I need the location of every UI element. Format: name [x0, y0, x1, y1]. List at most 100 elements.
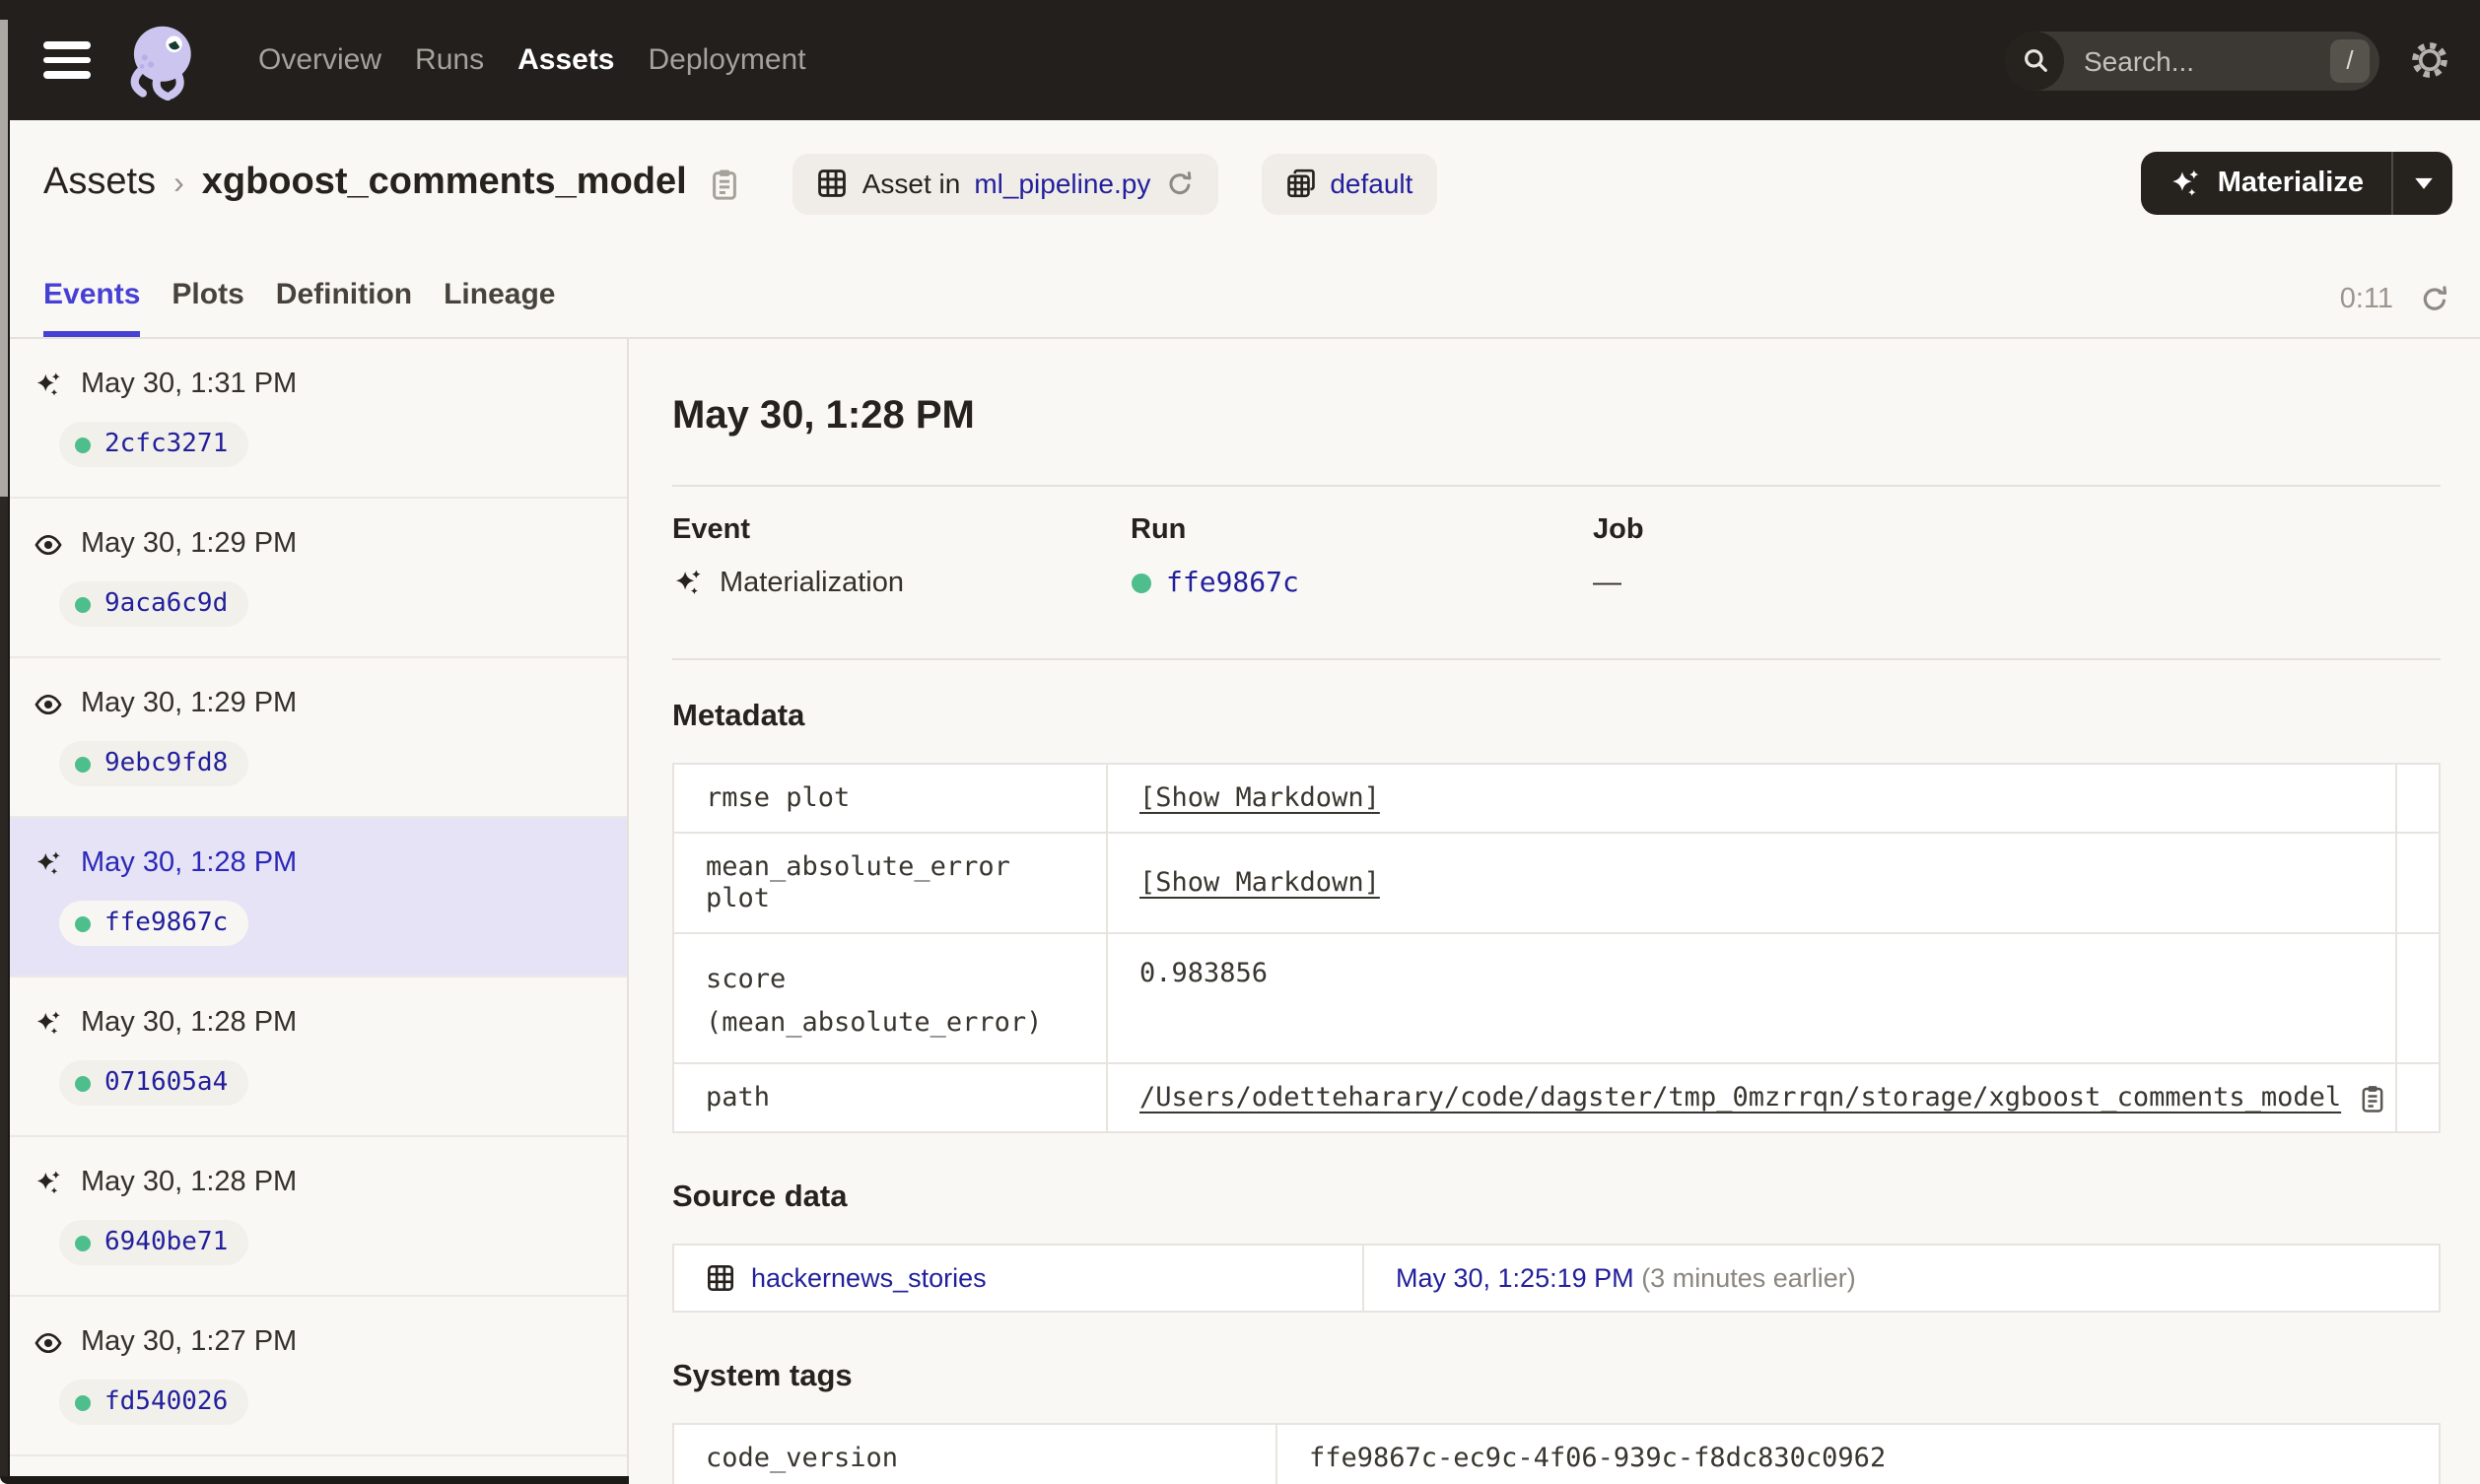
breadcrumb-assets-link[interactable]: Assets: [43, 162, 156, 205]
nav-item-overview[interactable]: Overview: [258, 43, 381, 77]
observation-eye-icon: [34, 529, 63, 559]
run-success-dot: [75, 915, 91, 931]
event-list-item[interactable]: May 30, 1:29 PM 9ebc9fd8: [0, 658, 627, 818]
asset-tabs-bar: Events Plots Definition Lineage 0:11: [0, 246, 2480, 339]
asset-grid-icon: [817, 168, 849, 199]
tab-lineage[interactable]: Lineage: [444, 278, 555, 337]
asset-header: Assets › xgboost_comments_model Asset in: [0, 120, 2480, 246]
event-type-value: Materialization: [720, 568, 904, 599]
reload-location-icon[interactable]: [1164, 169, 1194, 198]
materialize-split-button: Materialize: [2140, 152, 2452, 215]
metadata-empty-cell: [2395, 832, 2441, 934]
system-tags-table: code_version ffe9867c-ec9c-4f06-939c-f8d…: [672, 1423, 2441, 1484]
tab-events[interactable]: Events: [43, 278, 141, 337]
materialize-button[interactable]: Materialize: [2141, 152, 2391, 215]
refresh-icon[interactable]: [2419, 284, 2450, 315]
metadata-key: score (mean_absolute_error): [672, 932, 1108, 1064]
tab-plots[interactable]: Plots: [172, 278, 243, 337]
asset-grid-icon: [706, 1263, 735, 1293]
nav-item-deployment[interactable]: Deployment: [649, 43, 806, 77]
run-id-tag[interactable]: fd540026: [59, 1380, 248, 1425]
run-id-tag[interactable]: 9ebc9fd8: [59, 741, 248, 786]
materialization-sparkle-icon: [34, 1168, 63, 1197]
search-icon: [2005, 31, 2064, 90]
system-tag-value: ffe9867c-ec9c-4f06-939c-f8dc830c0962: [1275, 1423, 2441, 1484]
window-edge-strip: [0, 497, 8, 1476]
job-column-label: Job: [1593, 514, 1644, 546]
search-input[interactable]: [2080, 42, 2330, 78]
event-list-item[interactable]: May 30, 1:31 PM 2cfc3271: [0, 339, 627, 499]
event-list-item[interactable]: May 30, 1:27 PM fd540026: [0, 1297, 627, 1456]
asset-tabs: Events Plots Definition Lineage: [43, 278, 555, 337]
materialization-sparkle-icon: [34, 1008, 63, 1038]
materialize-button-label: Materialize: [2217, 168, 2364, 199]
event-list-item-selected[interactable]: May 30, 1:28 PM ffe9867c: [0, 818, 627, 978]
refresh-countdown: 0:11: [2339, 284, 2393, 315]
event-timestamp: May 30, 1:29 PM: [81, 688, 298, 719]
copy-path-icon[interactable]: [2357, 1083, 2386, 1113]
source-timestamp-link[interactable]: May 30, 1:25:19 PM: [1396, 1263, 1634, 1293]
job-value: —: [1593, 568, 1621, 599]
event-detail-heading: May 30, 1:28 PM: [672, 394, 975, 438]
primary-nav: Overview Runs Assets Deployment: [258, 43, 806, 77]
dagster-logo-icon[interactable]: [114, 21, 207, 100]
system-tag-row: code_version ffe9867c-ec9c-4f06-939c-f8d…: [672, 1423, 2441, 1484]
run-id-label: 071605a4: [104, 1068, 229, 1098]
nav-item-runs[interactable]: Runs: [415, 43, 484, 77]
code-location-prefix: Asset in: [861, 168, 961, 199]
event-detail-panel: May 30, 1:28 PM Event Materialization Ru…: [629, 339, 2480, 1484]
source-asset-link[interactable]: hackernews_stories: [751, 1263, 987, 1293]
copy-asset-name-icon[interactable]: [709, 167, 742, 200]
group-badge-label[interactable]: default: [1330, 168, 1412, 199]
event-info-grid: Event Materialization Run ffe9867c Job —: [672, 514, 2441, 599]
metadata-row: rmse plot [Show Markdown]: [672, 763, 2441, 834]
nav-item-assets[interactable]: Assets: [517, 43, 614, 77]
run-id-tag[interactable]: 9aca6c9d: [59, 581, 248, 627]
asset-group-icon: [1284, 168, 1316, 199]
code-location-badge[interactable]: Asset in ml_pipeline.py: [792, 153, 1218, 214]
run-success-dot: [75, 1235, 91, 1250]
event-list-item[interactable]: May 30, 1:28 PM 6940be71: [0, 1137, 627, 1297]
run-id-tag[interactable]: 2cfc3271: [59, 422, 248, 467]
menu-icon[interactable]: [43, 41, 91, 79]
breadcrumb-chevron-icon: ›: [173, 167, 184, 200]
materialization-sparkle-icon: [34, 848, 63, 878]
materialization-sparkle-icon: [34, 370, 63, 399]
event-list-item[interactable]: May 30, 1:29 PM 9aca6c9d: [0, 499, 627, 658]
search-bar[interactable]: /: [2005, 31, 2379, 90]
metadata-key: mean_absolute_error plot: [672, 832, 1108, 934]
event-list-item[interactable]: May 30, 1:28 PM 071605a4: [0, 978, 627, 1137]
window-edge-line: [8, 120, 10, 1476]
show-markdown-link[interactable]: [Show Markdown]: [1139, 782, 1380, 814]
auto-refresh-timer: 0:11: [2340, 284, 2450, 315]
metadata-score-value: 0.983856: [1139, 958, 1269, 989]
run-success-dot: [75, 596, 91, 612]
run-id-tag[interactable]: 6940be71: [59, 1220, 248, 1265]
page-title: xgboost_comments_model: [201, 162, 687, 203]
materialize-dropdown-button[interactable]: [2393, 152, 2452, 215]
source-data-table: hackernews_stories May 30, 1:25:19 PM (3…: [672, 1244, 2441, 1313]
window-bottom-edge: [0, 1476, 629, 1484]
run-id-label: 2cfc3271: [104, 430, 229, 459]
run-id-tag[interactable]: ffe9867c: [59, 901, 248, 946]
group-badge[interactable]: default: [1261, 153, 1437, 214]
dagster-asset-page: Overview Runs Assets Deployment /: [0, 0, 2480, 1484]
breadcrumb: Assets › xgboost_comments_model: [43, 162, 742, 205]
event-timestamp: May 30, 1:28 PM: [81, 1007, 298, 1039]
path-link[interactable]: /Users/odetteharary/code/dagster/tmp_0mz…: [1139, 1082, 2341, 1113]
divider: [672, 658, 2441, 660]
run-id-label: 6940be71: [104, 1228, 229, 1257]
divider: [672, 485, 2441, 487]
run-success-dot: [75, 437, 91, 452]
tab-definition[interactable]: Definition: [276, 278, 412, 337]
settings-gear-icon[interactable]: [2409, 39, 2450, 81]
run-id-tag[interactable]: 071605a4: [59, 1060, 248, 1106]
code-location-link[interactable]: ml_pipeline.py: [974, 168, 1150, 199]
metadata-key: rmse plot: [672, 763, 1108, 834]
show-markdown-link[interactable]: [Show Markdown]: [1139, 867, 1380, 899]
run-id-link[interactable]: ffe9867c: [1166, 568, 1299, 599]
window-edge-strip: [0, 20, 8, 497]
metadata-key: path: [672, 1062, 1108, 1133]
run-column-label: Run: [1131, 514, 1187, 546]
materialize-sparkle-icon: [2169, 167, 2202, 200]
